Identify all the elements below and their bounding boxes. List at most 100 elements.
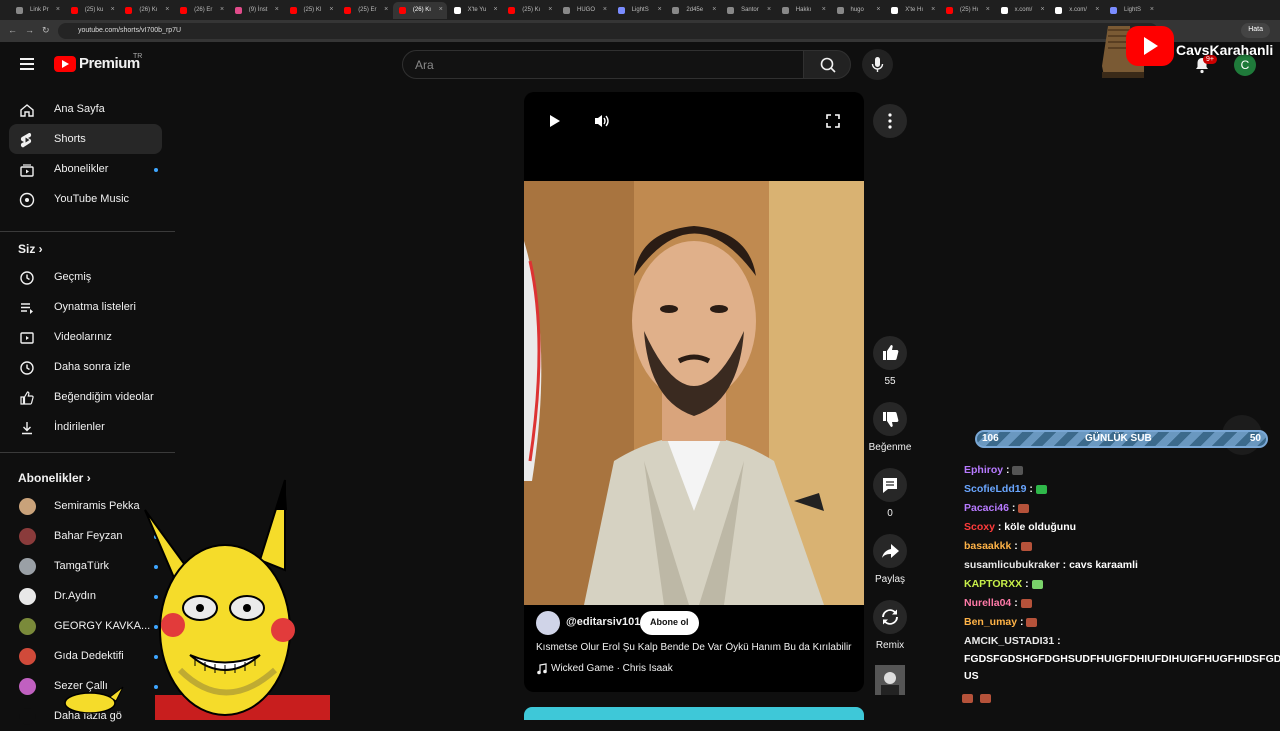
- tab-close-icon[interactable]: ×: [1150, 6, 1154, 13]
- sub-goal-current: 106: [982, 433, 999, 444]
- browser-tab[interactable]: x.com/ ×: [1049, 2, 1103, 19]
- browser-tab[interactable]: (25) Kı ×: [502, 2, 556, 19]
- comments-button[interactable]: [873, 468, 907, 502]
- channel-handle[interactable]: @editarsiv101: [566, 616, 640, 628]
- tab-close-icon[interactable]: ×: [986, 6, 990, 13]
- back-icon[interactable]: ←: [8, 25, 17, 35]
- tab-close-icon[interactable]: ×: [275, 6, 279, 13]
- audio-thumbnail-image[interactable]: [875, 665, 905, 695]
- microphone-icon: [871, 57, 884, 72]
- dislike-label: Beğenme: [868, 442, 912, 453]
- search-button[interactable]: [803, 50, 851, 79]
- tab-favicon-icon: [453, 7, 461, 14]
- like-button[interactable]: [873, 336, 907, 370]
- next-short-preview[interactable]: [524, 707, 864, 720]
- sidebar-item-abonelikler[interactable]: Abonelikler: [9, 154, 162, 184]
- browser-tab[interactable]: Hakkı ×: [776, 2, 830, 19]
- tab-favicon-icon: [180, 7, 188, 14]
- browser-tab[interactable]: (9) İnst ×: [229, 2, 283, 19]
- sidebar-item-daha-sonra-izle[interactable]: Daha sonra izle: [9, 352, 162, 382]
- youtube-logo-icon[interactable]: [54, 56, 76, 72]
- browser-tab[interactable]: (25) Er ×: [338, 2, 392, 19]
- browser-tab[interactable]: Link Pr ×: [10, 2, 64, 19]
- video-frame[interactable]: [524, 181, 864, 605]
- browser-tab[interactable]: (26) Er ×: [174, 2, 228, 19]
- tab-close-icon[interactable]: ×: [165, 6, 169, 13]
- search-input[interactable]: Ara: [402, 50, 804, 79]
- sidebar-item-ana-sayfa[interactable]: Ana Sayfa: [9, 94, 162, 124]
- browser-tab[interactable]: Santor ×: [721, 2, 775, 19]
- sidebar-item-ge-mi[interactable]: Geçmiş: [9, 262, 162, 292]
- dislike-button[interactable]: [873, 402, 907, 436]
- tab-close-icon[interactable]: ×: [548, 6, 552, 13]
- browser-tab[interactable]: LightS ×: [612, 2, 666, 19]
- more-options-button[interactable]: [873, 104, 907, 138]
- chat-separator: :: [1022, 578, 1032, 590]
- tab-favicon-icon: [125, 7, 133, 14]
- tab-close-icon[interactable]: ×: [931, 6, 935, 13]
- channel-avatar: [19, 618, 36, 635]
- voice-search-button[interactable]: [862, 49, 893, 80]
- tab-close-icon[interactable]: ×: [329, 6, 333, 13]
- logo-region: TR: [133, 53, 143, 60]
- logo-text: Premium: [79, 55, 140, 72]
- browser-tab[interactable]: LightS ×: [1104, 2, 1158, 19]
- sidebar-you-title[interactable]: Siz ›: [18, 242, 43, 256]
- sidebar-item-i-ndirilenler[interactable]: İndirilenler: [9, 412, 162, 442]
- browser-tab[interactable]: X'te Hı ×: [885, 2, 939, 19]
- browser-tab[interactable]: (25) Hı ×: [940, 2, 994, 19]
- reload-icon[interactable]: ↻: [42, 25, 50, 36]
- tab-close-icon[interactable]: ×: [767, 6, 771, 13]
- share-button[interactable]: [873, 534, 907, 568]
- music-track[interactable]: Wicked Game · Chris Isaak: [551, 663, 673, 674]
- volume-icon[interactable]: [593, 113, 611, 129]
- channel-avatar[interactable]: [536, 611, 560, 635]
- tab-close-icon[interactable]: ×: [56, 6, 60, 13]
- hamburger-menu-icon[interactable]: [20, 58, 34, 70]
- chat-message: Pacaci46 :: [964, 502, 1030, 514]
- tab-close-icon[interactable]: ×: [1095, 6, 1099, 13]
- browser-tab[interactable]: HUGO ×: [557, 2, 611, 19]
- sidebar-item-youtube-music[interactable]: YouTube Music: [9, 184, 162, 214]
- fullscreen-icon[interactable]: [825, 113, 841, 129]
- forward-icon[interactable]: →: [25, 25, 34, 35]
- tab-close-icon[interactable]: ×: [439, 6, 443, 13]
- chat-emote-icon: [1026, 617, 1038, 627]
- daily-sub-goal-bar: 106 GÜNLÜK SUB 50: [975, 430, 1268, 448]
- subscribe-button[interactable]: Abone ol: [640, 611, 699, 635]
- tab-close-icon[interactable]: ×: [603, 6, 607, 13]
- tab-close-icon[interactable]: ×: [1041, 6, 1045, 13]
- tab-label: (26) Kı: [412, 7, 431, 13]
- chat-message: Scoxy : köle olduğunu: [964, 521, 1076, 533]
- sidebar-subs-title[interactable]: Abonelikler ›: [18, 471, 91, 485]
- tab-favicon-icon: [1110, 7, 1117, 14]
- sidebar-item-videolar-n-z[interactable]: Videolarınız: [9, 322, 162, 352]
- url-field[interactable]: youtube.com/shorts/vI700b_rp7U: [58, 23, 1158, 39]
- tab-close-icon[interactable]: ×: [658, 6, 662, 13]
- overlay-channel-name: CavsKarahanli: [1176, 42, 1274, 58]
- browser-tab[interactable]: X'te Yu ×: [448, 2, 502, 19]
- tab-close-icon[interactable]: ×: [712, 6, 716, 13]
- browser-tab[interactable]: (25) Kl ×: [284, 2, 338, 19]
- tab-close-icon[interactable]: ×: [384, 6, 388, 13]
- browser-tab[interactable]: (26) Kı ×: [119, 2, 173, 19]
- tab-close-icon[interactable]: ×: [822, 6, 826, 13]
- browser-tab[interactable]: hugo ×: [831, 2, 885, 19]
- browser-tab[interactable]: 2d45e ×: [666, 2, 720, 19]
- browser-tab[interactable]: (25) ku ×: [65, 2, 119, 19]
- play-icon[interactable]: [546, 113, 562, 129]
- tab-close-icon[interactable]: ×: [876, 6, 880, 13]
- error-badge[interactable]: Hata: [1241, 23, 1270, 38]
- comment-count: 0: [887, 508, 893, 519]
- sidebar-item-oynatma-listeleri[interactable]: Oynatma listeleri: [9, 292, 162, 322]
- shorts-player[interactable]: @editarsiv101 Abone ol Kısmetse Olur Ero…: [524, 92, 864, 692]
- tab-close-icon[interactable]: ×: [111, 6, 115, 13]
- chat-separator: :: [1054, 635, 1061, 647]
- sidebar-item-be-endi-im-videolar[interactable]: Beğendiğim videolar: [9, 382, 162, 412]
- browser-tab[interactable]: x.com/ ×: [995, 2, 1049, 19]
- remix-button[interactable]: [873, 600, 907, 634]
- sidebar-item-shorts[interactable]: Shorts: [9, 124, 162, 154]
- tab-close-icon[interactable]: ×: [494, 6, 498, 13]
- tab-close-icon[interactable]: ×: [220, 6, 224, 13]
- browser-tab[interactable]: (26) Kı ×: [392, 2, 447, 19]
